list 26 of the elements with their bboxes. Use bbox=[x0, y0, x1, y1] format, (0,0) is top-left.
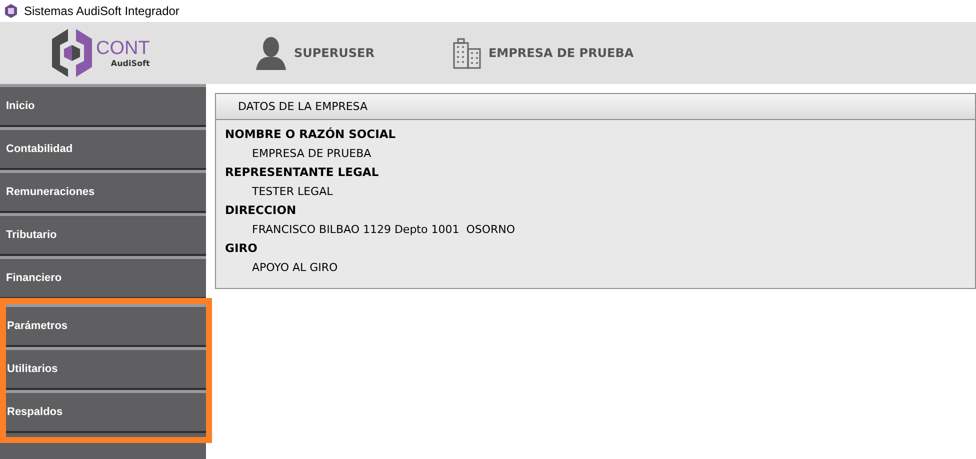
field-value: FRANCISCO BILBAO 1129 Depto 1001 OSORNO bbox=[251, 222, 516, 238]
sidebar-item[interactable]: Remuneraciones bbox=[0, 170, 206, 213]
company-name: EMPRESA DE PRUEBA bbox=[488, 46, 634, 60]
user-name: SUPERUSER bbox=[294, 46, 374, 60]
field-value: TESTER LEGAL bbox=[251, 184, 334, 200]
window-title: Sistemas AudiSoft Integrador bbox=[24, 4, 180, 18]
sidebar-item[interactable]: Tributario bbox=[0, 213, 206, 256]
field-label: REPRESENTANTE LEGAL bbox=[225, 164, 380, 181]
field-label: DIRECCION bbox=[225, 202, 298, 219]
sidebar-item[interactable]: Financiero bbox=[0, 256, 206, 299]
panel-title: DATOS DE LA EMPRESA bbox=[238, 100, 368, 113]
logo-subtitle: AudiSoft bbox=[110, 58, 150, 68]
user-icon bbox=[254, 36, 288, 70]
sidebar-item[interactable]: Parámetros bbox=[6, 304, 206, 347]
field-value: EMPRESA DE PRUEBA bbox=[251, 146, 372, 162]
field-label: GIRO bbox=[225, 240, 258, 257]
field-value: APOYO AL GIRO bbox=[251, 260, 339, 276]
logo-text: CONT bbox=[96, 38, 150, 58]
sidebar-item[interactable]: Contabilidad bbox=[0, 127, 206, 170]
sidebar-item[interactable]: Inicio bbox=[0, 84, 206, 127]
sidebar-item[interactable]: Utilitarios bbox=[6, 347, 206, 390]
field-label: NOMBRE O RAZÓN SOCIAL bbox=[225, 126, 397, 143]
app-icon bbox=[4, 4, 18, 18]
sidebar-item[interactable]: Respaldos bbox=[6, 390, 206, 433]
building-icon bbox=[452, 37, 482, 69]
logo-icon bbox=[50, 27, 94, 79]
